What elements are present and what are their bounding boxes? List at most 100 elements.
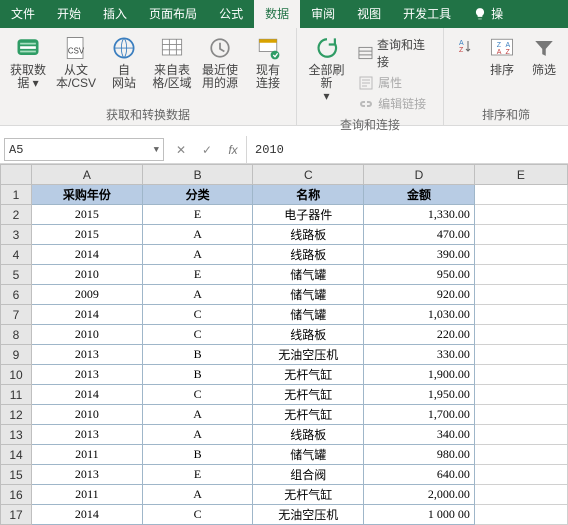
table-row[interactable]: 32015A线路板470.00 [1, 225, 568, 245]
table-row[interactable]: 172014C无油空压机1 000 00 [1, 505, 568, 525]
table-row[interactable]: 112014C无杆气缸1,950.00 [1, 385, 568, 405]
from-csv-button[interactable]: CSV 从文 本/CSV [54, 32, 98, 92]
row-header[interactable]: 15 [1, 465, 32, 485]
cell[interactable]: B [142, 445, 253, 465]
cell[interactable] [474, 185, 567, 205]
col-header-d[interactable]: D [364, 165, 475, 185]
cell[interactable]: C [142, 505, 253, 525]
tab-file[interactable]: 文件 [0, 0, 46, 28]
cell[interactable]: 2015 [32, 225, 143, 245]
fx-icon[interactable]: fx [220, 136, 246, 163]
cell[interactable]: 2015 [32, 205, 143, 225]
cell[interactable] [474, 345, 567, 365]
cell[interactable]: C [142, 385, 253, 405]
row-header[interactable]: 10 [1, 365, 32, 385]
cancel-button[interactable]: ✕ [168, 136, 194, 163]
cell[interactable]: 无油空压机 [253, 505, 364, 525]
cell[interactable]: A [142, 405, 253, 425]
table-row[interactable]: 72014C储气罐1,030.00 [1, 305, 568, 325]
cell[interactable]: 线路板 [253, 225, 364, 245]
cell[interactable]: 线路板 [253, 245, 364, 265]
row-header[interactable]: 4 [1, 245, 32, 265]
cell[interactable]: 2010 [32, 405, 143, 425]
header-cell[interactable]: 采购年份 [32, 185, 143, 205]
table-row[interactable]: 62009A储气罐920.00 [1, 285, 568, 305]
table-row[interactable]: 162011A无杆气缸2,000.00 [1, 485, 568, 505]
cell[interactable]: 2014 [32, 385, 143, 405]
cell[interactable] [474, 285, 567, 305]
table-row[interactable]: 42014A线路板390.00 [1, 245, 568, 265]
table-row[interactable]: 102013B无杆气缸1,900.00 [1, 365, 568, 385]
cell[interactable]: E [142, 265, 253, 285]
cell[interactable]: E [142, 465, 253, 485]
row-header[interactable]: 6 [1, 285, 32, 305]
cell[interactable] [474, 485, 567, 505]
table-row[interactable]: 132013A线路板340.00 [1, 425, 568, 445]
cell[interactable]: 2011 [32, 445, 143, 465]
cell[interactable]: 2009 [32, 285, 143, 305]
cell[interactable]: 390.00 [364, 245, 475, 265]
tab-insert[interactable]: 插入 [92, 0, 138, 28]
table-row[interactable]: 52010E储气罐950.00 [1, 265, 568, 285]
cell[interactable]: A [142, 285, 253, 305]
cell[interactable]: 2011 [32, 485, 143, 505]
queries-connections-button[interactable]: 查询和连接 [354, 34, 437, 72]
cell[interactable]: 640.00 [364, 465, 475, 485]
col-header-a[interactable]: A [32, 165, 143, 185]
table-row[interactable]: 152013E组合阀640.00 [1, 465, 568, 485]
cell[interactable]: 2010 [32, 265, 143, 285]
cell[interactable] [474, 245, 567, 265]
cell[interactable]: 1,330.00 [364, 205, 475, 225]
tell-me[interactable]: 操 [462, 0, 514, 28]
cell[interactable]: 储气罐 [253, 285, 364, 305]
tab-developer[interactable]: 开发工具 [392, 0, 462, 28]
name-box-dropdown-icon[interactable]: ▼ [154, 145, 159, 155]
tab-review[interactable]: 审阅 [300, 0, 346, 28]
cell[interactable]: 组合阀 [253, 465, 364, 485]
cell[interactable]: B [142, 345, 253, 365]
cell[interactable]: 2014 [32, 305, 143, 325]
sort-asc-button[interactable]: AZ [450, 32, 478, 79]
cell[interactable]: A [142, 245, 253, 265]
cell[interactable] [474, 305, 567, 325]
cell[interactable]: 无油空压机 [253, 345, 364, 365]
cell[interactable]: 330.00 [364, 345, 475, 365]
cell[interactable]: 储气罐 [253, 445, 364, 465]
cell[interactable]: 电子器件 [253, 205, 364, 225]
cell[interactable]: A [142, 485, 253, 505]
tab-formulas[interactable]: 公式 [208, 0, 254, 28]
name-box[interactable]: A5 ▼ [4, 138, 164, 161]
header-cell[interactable]: 金额 [364, 185, 475, 205]
row-header[interactable]: 5 [1, 265, 32, 285]
cell[interactable]: C [142, 325, 253, 345]
cell[interactable]: 无杆气缸 [253, 405, 364, 425]
cell[interactable]: A [142, 425, 253, 445]
cell[interactable] [474, 405, 567, 425]
cell[interactable]: 无杆气缸 [253, 485, 364, 505]
row-header[interactable]: 14 [1, 445, 32, 465]
table-row[interactable]: 142011B储气罐980.00 [1, 445, 568, 465]
cell[interactable] [474, 505, 567, 525]
from-web-button[interactable]: 自 网站 [102, 32, 146, 92]
enter-button[interactable]: ✓ [194, 136, 220, 163]
cell[interactable]: 340.00 [364, 425, 475, 445]
filter-button[interactable]: 筛选 [526, 32, 562, 79]
col-header-e[interactable]: E [474, 165, 567, 185]
recent-sources-button[interactable]: 最近使 用的源 [198, 32, 242, 92]
cell[interactable]: 1,030.00 [364, 305, 475, 325]
col-header-b[interactable]: B [142, 165, 253, 185]
row-header[interactable]: 16 [1, 485, 32, 505]
table-row[interactable]: 122010A无杆气缸1,700.00 [1, 405, 568, 425]
cell[interactable]: 无杆气缸 [253, 365, 364, 385]
tab-data[interactable]: 数据 [254, 0, 300, 28]
row-header[interactable]: 12 [1, 405, 32, 425]
cell[interactable]: 线路板 [253, 425, 364, 445]
row-header[interactable]: 9 [1, 345, 32, 365]
table-row[interactable]: 22015E电子器件1,330.00 [1, 205, 568, 225]
cell[interactable] [474, 225, 567, 245]
cell[interactable]: B [142, 365, 253, 385]
cell[interactable] [474, 265, 567, 285]
refresh-all-button[interactable]: 全部刷新 ▾ [303, 32, 350, 114]
cell[interactable]: 储气罐 [253, 265, 364, 285]
header-cell[interactable]: 分类 [142, 185, 253, 205]
